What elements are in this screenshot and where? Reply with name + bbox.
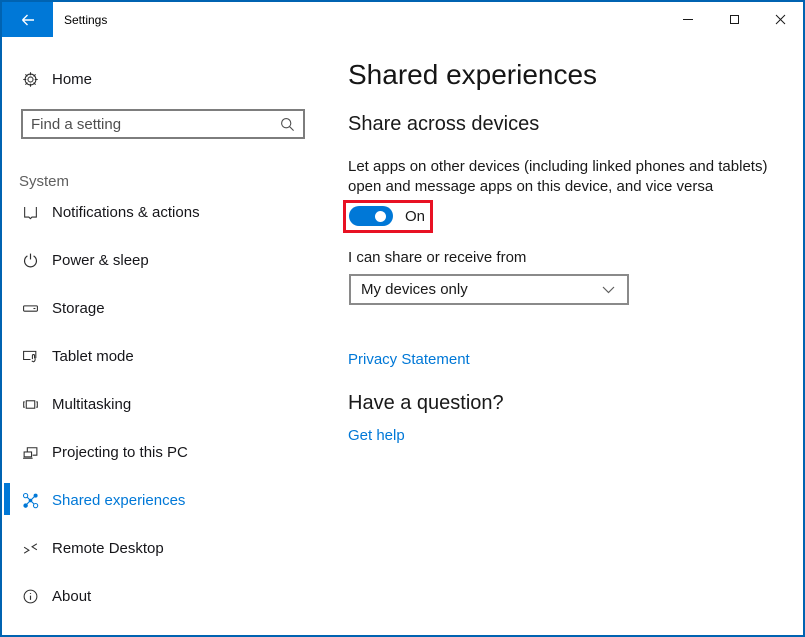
sidebar-item-label: Notifications & actions [52,204,200,221]
shared-experiences-icon [22,492,39,509]
sidebar-item-label: Power & sleep [52,252,149,269]
chevron-down-icon [602,286,615,294]
gear-icon [22,71,39,88]
sidebar-item-storage[interactable]: Storage [2,291,332,325]
sidebar-item-label: Remote Desktop [52,540,164,557]
storage-icon [22,300,39,317]
search-box [21,109,305,139]
sidebar-section-system: System [19,173,69,190]
sidebar-item-multitasking[interactable]: Multitasking [2,387,332,421]
sidebar-item-about[interactable]: About [2,579,332,613]
close-button[interactable] [757,2,803,37]
back-arrow-icon [20,13,36,27]
sidebar-item-label: Storage [52,300,105,317]
get-help-link[interactable]: Get help [348,427,405,444]
maximize-icon [730,15,739,24]
sidebar-item-label: Projecting to this PC [52,444,188,461]
settings-window: Settings [0,0,805,637]
sidebar-item-home[interactable]: Home [22,64,92,94]
tablet-mode-icon [22,348,39,365]
sidebar-item-label: Multitasking [52,396,131,413]
sidebar-item-power-sleep[interactable]: Power & sleep [2,243,332,277]
sidebar-item-notifications-actions[interactable]: Notifications & actions [2,195,332,229]
minimize-icon [683,19,693,20]
sidebar-item-remote-desktop[interactable]: Remote Desktop [2,531,332,565]
title-bar: Settings [2,2,803,38]
share-from-dropdown[interactable]: My devices only [349,274,629,305]
multitasking-icon [22,396,39,413]
sidebar-item-label: About [52,588,91,605]
have-a-question-title: Have a question? [348,392,504,415]
section-title: Share across devices [348,113,539,136]
share-from-label: I can share or receive from [348,249,526,266]
window-controls [665,2,803,37]
sidebar-item-label: Tablet mode [52,348,134,365]
page-title: Shared experiences [348,59,597,91]
about-icon [22,588,39,605]
projecting-icon [22,444,39,461]
sidebar-item-projecting[interactable]: Projecting to this PC [2,435,332,469]
search-input[interactable] [23,116,280,133]
maximize-button[interactable] [711,2,757,37]
back-button[interactable] [2,2,53,37]
sidebar-item-tablet-mode[interactable]: Tablet mode [2,339,332,373]
remote-desktop-icon [22,540,39,557]
close-icon [775,14,786,25]
search-icon[interactable] [280,117,295,132]
notifications-icon [22,204,39,221]
sidebar-item-label: Shared experiences [52,492,185,509]
description-line2: open and message apps on this device, an… [348,178,713,195]
share-across-devices-toggle[interactable] [349,206,393,226]
description-line1: Let apps on other devices (including lin… [348,158,767,175]
toggle-knob [375,211,386,222]
window-title: Settings [64,2,107,37]
minimize-button[interactable] [665,2,711,37]
privacy-statement-link[interactable]: Privacy Statement [348,351,470,368]
power-icon [22,252,39,269]
toggle-state-label: On [405,208,425,225]
sidebar-item-label: Home [52,71,92,88]
dropdown-selected-value: My devices only [351,281,602,298]
sidebar-item-shared-experiences[interactable]: Shared experiences [2,483,332,517]
